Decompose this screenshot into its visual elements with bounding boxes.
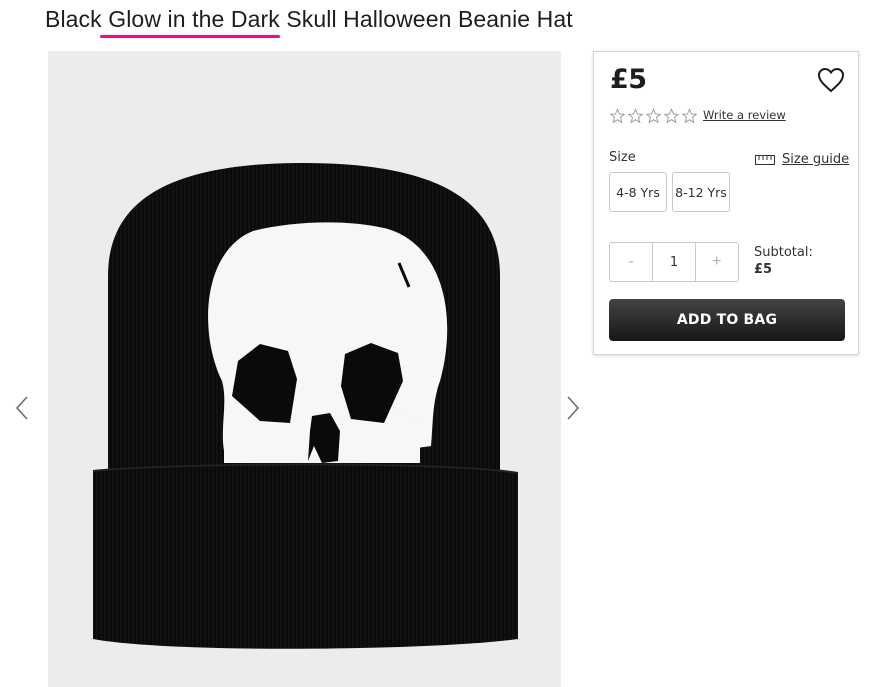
quantity-stepper: - 1 + xyxy=(609,242,739,282)
skull-graphic xyxy=(208,222,448,463)
purchase-panel: £5 Write a review Size Size guide 4-8 Yr… xyxy=(593,51,859,355)
quantity-decrease-button[interactable]: - xyxy=(610,243,652,281)
quantity-input[interactable]: 1 xyxy=(652,243,696,281)
size-label: Size xyxy=(609,150,636,165)
write-review-link[interactable]: Write a review xyxy=(703,108,786,122)
chevron-right-icon xyxy=(567,396,580,420)
title-suffix: Skull Halloween Beanie Hat xyxy=(279,6,573,32)
size-option-8-12[interactable]: 8-12 Yrs xyxy=(672,172,730,212)
star-outline-icon xyxy=(609,108,626,124)
size-guide-link[interactable]: Size guide xyxy=(755,152,849,167)
title-prefix: Black xyxy=(45,6,109,32)
size-options: 4-8 Yrs 8-12 Yrs xyxy=(609,172,730,212)
title-highlight: Glow in the Dark xyxy=(108,6,280,32)
price: £5 xyxy=(610,64,647,95)
heart-icon xyxy=(817,67,845,93)
subtotal: Subtotal: £5 xyxy=(754,245,813,277)
add-to-bag-button[interactable]: ADD TO BAG xyxy=(609,299,845,341)
star-outline-icon xyxy=(627,108,644,124)
wishlist-button[interactable] xyxy=(817,67,845,93)
subtotal-value: £5 xyxy=(754,262,773,277)
star-outline-icon xyxy=(663,108,680,124)
rating-stars xyxy=(609,108,698,124)
size-option-4-8[interactable]: 4-8 Yrs xyxy=(609,172,667,212)
quantity-increase-button[interactable]: + xyxy=(696,243,738,281)
star-outline-icon xyxy=(681,108,698,124)
product-image[interactable] xyxy=(48,51,561,687)
size-guide-label: Size guide xyxy=(782,152,850,167)
subtotal-label: Subtotal: xyxy=(754,245,813,260)
star-outline-icon xyxy=(645,108,662,124)
product-title: Black Glow in the Dark Skull Halloween B… xyxy=(45,6,573,33)
ruler-icon xyxy=(755,154,775,165)
next-image-button[interactable] xyxy=(562,393,582,423)
beanie-illustration xyxy=(92,163,519,649)
chevron-left-icon xyxy=(15,396,28,420)
prev-image-button[interactable] xyxy=(13,393,33,423)
